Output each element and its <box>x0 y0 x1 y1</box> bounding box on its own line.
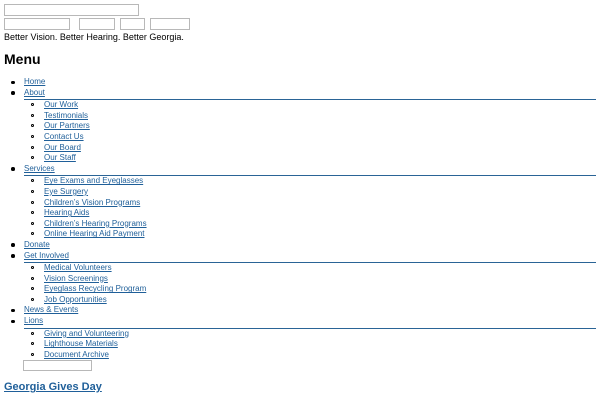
nav-list: Home About Our Work Testimonials Our Par… <box>0 77 596 360</box>
submenu-link-eye-surgery[interactable]: Eye Surgery <box>44 187 88 196</box>
submenu-item: Eye Exams and Eyeglasses <box>24 176 596 187</box>
submenu-item: Document Archive <box>24 350 596 361</box>
submenu-lions: Giving and Volunteering Lighthouse Mater… <box>24 327 596 361</box>
nav-item-lions: Lions Giving and Volunteering Lighthouse… <box>0 316 596 360</box>
submenu-item: Testimonials <box>24 111 596 122</box>
submenu-item: Our Staff <box>24 153 596 164</box>
submenu-link-document-archive[interactable]: Document Archive <box>44 350 109 359</box>
submenu-link-childrens-vision[interactable]: Children’s Vision Programs <box>44 198 140 207</box>
nav-link-about[interactable]: About <box>24 88 45 97</box>
submenu-item: Eyeglass Recycling Program <box>24 284 596 295</box>
submenu-link-eye-exams[interactable]: Eye Exams and Eyeglasses <box>44 176 143 185</box>
submenu-about: Our Work Testimonials Our Partners Conta… <box>24 99 596 164</box>
submenu-link-hearing-aids[interactable]: Hearing Aids <box>44 208 89 217</box>
header-box-3[interactable] <box>120 18 145 30</box>
submenu-item: Children’s Vision Programs <box>24 198 596 209</box>
nav-item-about: About Our Work Testimonials Our Partners… <box>0 88 596 164</box>
nav-link-services[interactable]: Services <box>24 164 55 173</box>
nav-item-home: Home <box>0 77 596 88</box>
menu-title: Menu <box>4 51 41 67</box>
submenu-link-our-work[interactable]: Our Work <box>44 100 78 109</box>
submenu-get-involved: Medical Volunteers Vision Screenings Eye… <box>24 262 596 305</box>
submenu-link-online-payment[interactable]: Online Hearing Aid Payment <box>44 229 145 238</box>
submenu-link-testimonials[interactable]: Testimonials <box>44 111 88 120</box>
header-box-4[interactable] <box>150 18 190 30</box>
submenu-item: Job Opportunities <box>24 295 596 306</box>
submenu-link-lighthouse-materials[interactable]: Lighthouse Materials <box>44 339 118 348</box>
submenu-item: Contact Us <box>24 132 596 143</box>
submenu-item: Eye Surgery <box>24 187 596 198</box>
submenu-item: Hearing Aids <box>24 208 596 219</box>
submenu-item: Our Board <box>24 143 596 154</box>
submenu-item: Giving and Volunteering <box>24 329 596 340</box>
georgia-gives-day-link[interactable]: Georgia Gives Day <box>4 381 102 393</box>
main-nav: Home About Our Work Testimonials Our Par… <box>0 77 596 360</box>
nav-link-lions[interactable]: Lions <box>24 316 43 325</box>
site-tagline: Better Vision. Better Hearing. Better Ge… <box>4 32 184 42</box>
sidebar-search-input[interactable] <box>23 360 92 371</box>
submenu-item: Lighthouse Materials <box>24 339 596 350</box>
submenu-item: Our Partners <box>24 121 596 132</box>
submenu-link-job-opportunities[interactable]: Job Opportunities <box>44 295 107 304</box>
nav-item-services: Services Eye Exams and Eyeglasses Eye Su… <box>0 164 596 240</box>
submenu-link-contact-us[interactable]: Contact Us <box>44 132 84 141</box>
submenu-link-our-board[interactable]: Our Board <box>44 143 81 152</box>
submenu-services: Eye Exams and Eyeglasses Eye Surgery Chi… <box>24 175 596 240</box>
submenu-link-childrens-hearing[interactable]: Children’s Hearing Programs <box>44 219 147 228</box>
submenu-link-giving-volunteering[interactable]: Giving and Volunteering <box>44 329 129 338</box>
nav-item-get-involved: Get Involved Medical Volunteers Vision S… <box>0 251 596 306</box>
header-box-1[interactable] <box>4 18 70 30</box>
nav-item-news: News & Events <box>0 305 596 316</box>
top-banner-box <box>4 4 139 16</box>
submenu-item: Children’s Hearing Programs <box>24 219 596 230</box>
submenu-link-our-staff[interactable]: Our Staff <box>44 153 76 162</box>
submenu-item: Online Hearing Aid Payment <box>24 229 596 240</box>
header-box-2[interactable] <box>79 18 115 30</box>
submenu-link-eyeglass-recycling[interactable]: Eyeglass Recycling Program <box>44 284 146 293</box>
submenu-link-vision-screenings[interactable]: Vision Screenings <box>44 274 108 283</box>
nav-item-donate: Donate <box>0 240 596 251</box>
submenu-item: Medical Volunteers <box>24 263 596 274</box>
submenu-item: Vision Screenings <box>24 274 596 285</box>
submenu-link-our-partners[interactable]: Our Partners <box>44 121 90 130</box>
nav-link-news[interactable]: News & Events <box>24 305 78 314</box>
submenu-link-medical-volunteers[interactable]: Medical Volunteers <box>44 263 112 272</box>
submenu-item: Our Work <box>24 100 596 111</box>
nav-link-home[interactable]: Home <box>24 77 45 86</box>
nav-link-get-involved[interactable]: Get Involved <box>24 251 69 260</box>
nav-link-donate[interactable]: Donate <box>24 240 50 249</box>
